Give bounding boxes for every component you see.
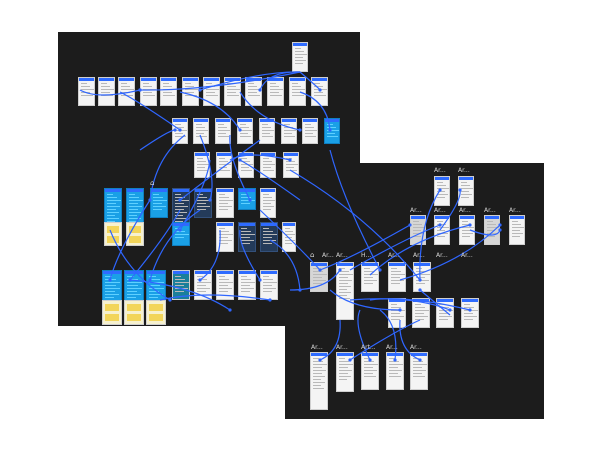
artboard-bottom-5[interactable] — [194, 270, 212, 300]
artboard-top-row-5[interactable] — [182, 77, 199, 106]
artboard-right-1[interactable] — [458, 176, 474, 206]
artboard-bottom-6[interactable] — [216, 270, 234, 300]
artboard-label: Ar... — [458, 167, 470, 174]
artboard-right-19[interactable] — [386, 352, 404, 390]
artboard-top-row-3[interactable] — [140, 77, 157, 106]
artboard-right-20[interactable] — [410, 352, 428, 390]
artboard-label: Ar... — [336, 344, 348, 351]
artboard-label: Ar... — [322, 252, 334, 259]
artboard-label: Ar... — [410, 344, 422, 351]
artboard-right-15[interactable] — [461, 298, 479, 328]
artboard-right-14[interactable] — [436, 298, 454, 328]
artboard-top-row-7[interactable] — [224, 77, 241, 106]
artboard-second-row-6[interactable] — [302, 118, 318, 144]
artboard-second-row-7[interactable] — [324, 118, 340, 144]
artboard-label: H... — [361, 252, 372, 259]
artboard-second-row-4[interactable] — [259, 118, 275, 144]
artboard-label: Ar... — [336, 252, 348, 259]
artboard-photos-1[interactable] — [238, 222, 256, 252]
artboard-entry[interactable] — [292, 42, 308, 72]
artboard-list-2[interactable] — [282, 222, 296, 252]
artboard-label: Ar... — [436, 252, 448, 259]
artboard-second-row-5[interactable] — [281, 118, 297, 144]
artboard-right-10[interactable] — [388, 262, 406, 292]
artboard-label: Ar... — [386, 344, 398, 351]
artboard-bottom-ticket-1[interactable] — [102, 300, 122, 325]
home-icon: ⌂ — [310, 251, 315, 259]
artboard-third-row-0[interactable] — [194, 152, 210, 178]
artboard-label: Ar... — [413, 252, 425, 259]
artboard-list-1[interactable] — [216, 222, 234, 252]
artboard-right-4[interactable] — [459, 215, 475, 245]
artboard-gallery-2[interactable] — [194, 188, 212, 218]
artboard-label: Ar... — [509, 207, 521, 214]
artboard-ticket-2[interactable] — [126, 222, 144, 246]
artboard-top-row-9[interactable] — [267, 77, 284, 106]
artboard-right-3[interactable] — [434, 215, 450, 245]
artboard-right-17[interactable] — [336, 352, 354, 392]
artboard-promo[interactable] — [238, 188, 256, 210]
artboard-photos-2[interactable] — [260, 222, 278, 252]
artboard-right-11[interactable] — [413, 262, 431, 292]
artboard-top-row-2[interactable] — [118, 77, 135, 106]
artboard-right-9[interactable] — [361, 262, 379, 292]
artboard-bottom-7[interactable] — [238, 270, 256, 300]
artboard-third-row-4[interactable] — [283, 152, 299, 178]
artboard-card[interactable] — [172, 222, 190, 246]
artboard-label: Ar... — [388, 252, 400, 259]
artboard-second-row-3[interactable] — [237, 118, 253, 144]
artboard-right-2[interactable] — [410, 215, 426, 245]
artboard-label: Ar... — [434, 167, 446, 174]
artboard-splash[interactable] — [150, 188, 168, 218]
artboard-label: Ar... — [459, 207, 471, 214]
artboard-label: Ar... — [484, 207, 496, 214]
artboard-top-row-1[interactable] — [98, 77, 115, 106]
artboard-third-row-3[interactable] — [260, 152, 276, 178]
artboard-right-8[interactable] — [336, 262, 354, 320]
artboard-detail[interactable] — [216, 188, 234, 218]
artboard-right-12[interactable] — [388, 298, 406, 328]
artboard-bottom-4[interactable] — [172, 270, 190, 300]
artboard-right-6[interactable] — [509, 215, 525, 245]
home-icon: ⌂ — [150, 179, 155, 187]
artboard-right-16[interactable] — [310, 352, 328, 410]
artboard-label: Ar... — [461, 252, 473, 259]
artboard-second-row-2[interactable] — [215, 118, 231, 144]
artboard-qr[interactable] — [260, 188, 276, 218]
artboard-right-13[interactable] — [412, 298, 430, 328]
artboard-right-7[interactable] — [310, 262, 328, 292]
artboard-top-row-4[interactable] — [160, 77, 177, 106]
artboard-bottom-ticket-3[interactable] — [146, 300, 166, 325]
artboard-bottom-8[interactable] — [260, 270, 278, 300]
artboard-bottom-ticket-2[interactable] — [124, 300, 144, 325]
artboard-label: Ar... — [434, 207, 446, 214]
artboard-right-0[interactable] — [434, 176, 450, 206]
artboard-top-row-10[interactable] — [289, 77, 306, 106]
artboard-top-row-6[interactable] — [203, 77, 220, 106]
artboard-second-row-1[interactable] — [193, 118, 209, 144]
artboard-ticket-1[interactable] — [104, 222, 122, 246]
artboard-third-row-1[interactable] — [216, 152, 232, 178]
artboard-top-row-0[interactable] — [78, 77, 95, 106]
artboard-top-row-8[interactable] — [245, 77, 262, 106]
artboard-second-row-0[interactable] — [172, 118, 188, 144]
artboard-third-row-2[interactable] — [238, 152, 254, 178]
artboard-right-18[interactable] — [361, 352, 379, 390]
artboard-label: Ar... — [311, 344, 323, 351]
artboard-top-row-11[interactable] — [311, 77, 328, 106]
artboard-label: Ar... — [410, 207, 422, 214]
artboard-label: Art... — [361, 344, 376, 351]
artboard-right-5[interactable] — [484, 215, 500, 245]
